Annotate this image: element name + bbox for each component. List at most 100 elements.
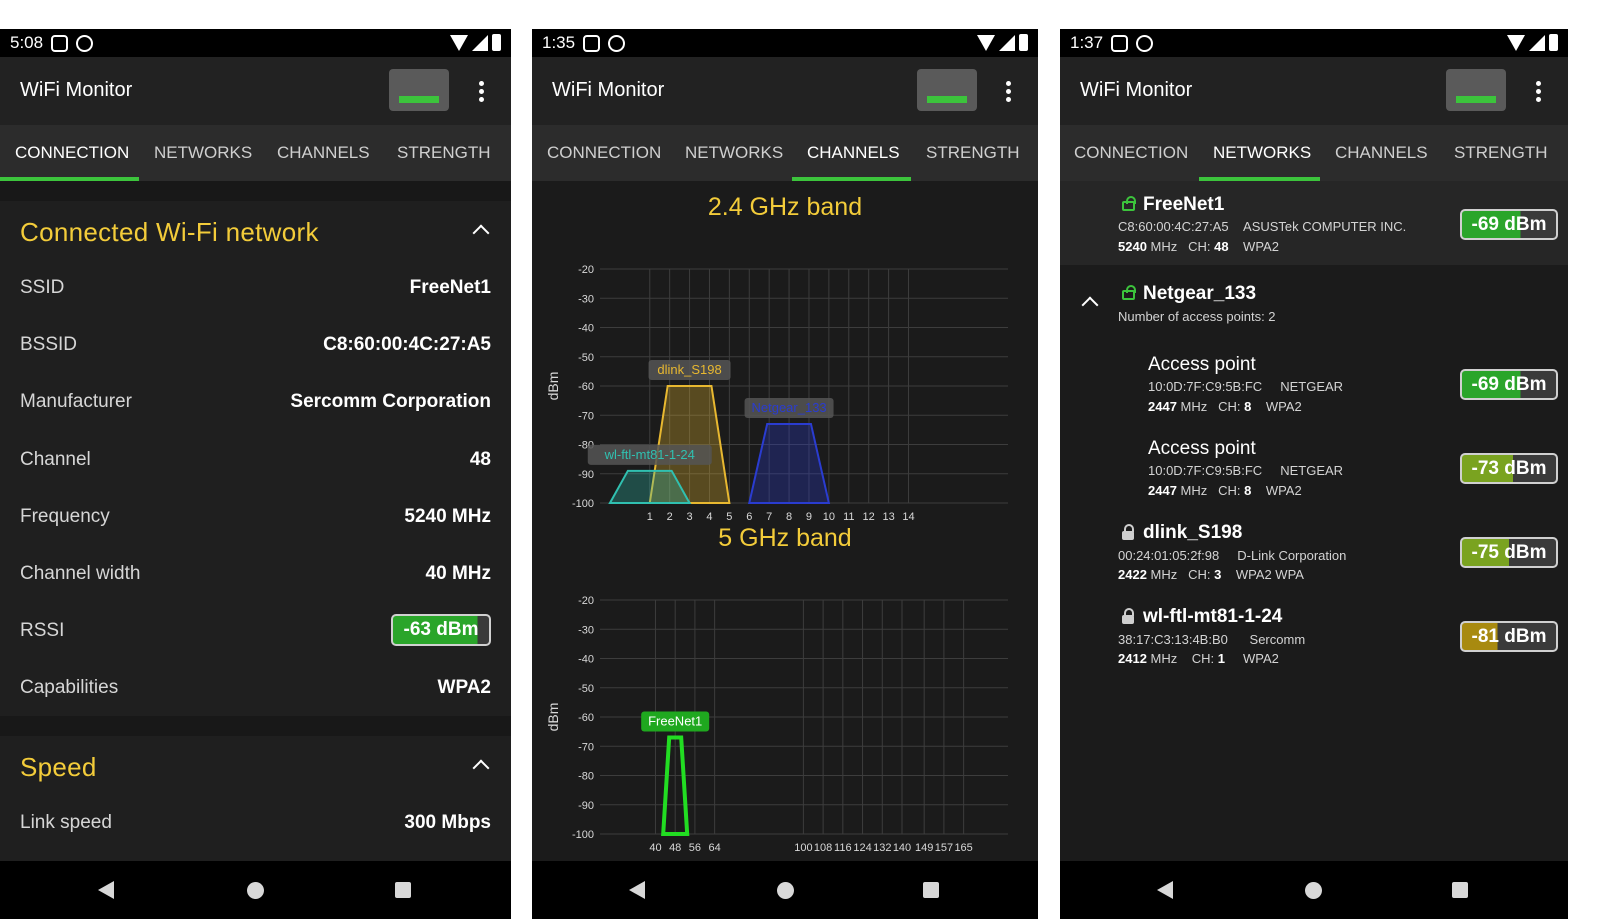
signal-meter-button[interactable] (1446, 69, 1506, 111)
y-tick-label: -60 (578, 712, 594, 724)
more-options-icon[interactable] (479, 81, 485, 105)
tab-channels[interactable]: CHANNELS (277, 143, 370, 163)
vendor-text: NETGEAR (1280, 379, 1344, 394)
band-24-chart: -20-30-40-50-60-70-80-90-1001 2 3 4 5 6 7 8 9 10 1… (545, 264, 1008, 523)
tab-bar: CONNECTION NETWORKS CHANNELS STRENGTH (1060, 125, 1568, 181)
back-icon[interactable] (98, 881, 114, 899)
freq-unit: MHz (1150, 567, 1178, 582)
recent-apps-icon[interactable] (395, 882, 411, 898)
network-freq-channel: 5240 MHz CH: 48 WPA2 (1118, 239, 1279, 254)
network-item[interactable]: FreeNet1 C8:60:00:4C:27:A5 ASUSTek COMPU… (1060, 181, 1568, 265)
tab-strength[interactable]: STRENGTH (397, 143, 491, 163)
do-not-disturb-icon (608, 34, 626, 52)
row-label: BSSID (20, 334, 78, 355)
collapse-chevron-icon[interactable] (1081, 296, 1099, 314)
network-freq-channel: 2447 MHz CH: 8 WPA2 (1148, 483, 1302, 498)
ch-label: CH: (1218, 483, 1241, 498)
y-axis-label: dBm (545, 372, 561, 401)
info-row-capabilities: Capabilities WPA2 (20, 677, 491, 707)
series-label: Netgear_133 (751, 400, 826, 415)
x-tick-label: 124 (853, 842, 871, 854)
x-tick-label: 1 (647, 511, 653, 523)
more-options-icon[interactable] (1536, 81, 1542, 105)
signal-meter-bar-icon (927, 96, 967, 103)
tab-strength[interactable]: STRENGTH (926, 143, 1020, 163)
navigation-bar (532, 861, 1038, 919)
phone-screen-networks: 1:37 WiFi Monitor CONNECTION NETWORKS CH… (1060, 29, 1568, 919)
freq-unit: MHz (1180, 483, 1208, 498)
y-tick-label: -70 (578, 410, 594, 422)
x-tick-label: 5 (726, 511, 732, 523)
info-row-link-speed: Link speed 300 Mbps (20, 812, 491, 842)
access-point-title: Access point (1148, 354, 1256, 375)
network-item[interactable]: dlink_S198 00:24:01:05:2f:98 D-Link Corp… (1060, 517, 1568, 599)
home-icon[interactable] (247, 882, 264, 899)
ch-text: 3 (1214, 567, 1222, 582)
more-options-icon[interactable] (1006, 81, 1012, 105)
row-label: Manufacturer (20, 391, 132, 412)
ch-label: CH: (1218, 399, 1241, 414)
tab-networks[interactable]: NETWORKS (1213, 143, 1311, 163)
row-value: C8:60:00:4C:27:A5 (323, 334, 491, 355)
home-icon[interactable] (777, 882, 794, 899)
x-tick-label: 6 (746, 511, 752, 523)
section-title: Connected Wi-Fi network (20, 217, 319, 247)
app-notification-icon (583, 34, 601, 52)
recent-apps-icon[interactable] (923, 882, 939, 898)
home-icon[interactable] (1305, 882, 1322, 899)
signal-meter-button[interactable] (917, 69, 977, 111)
security-text: WPA2 (1265, 399, 1302, 414)
security-text: WPA2 (1265, 483, 1302, 498)
row-label: Channel (20, 449, 91, 470)
tab-connection[interactable]: CONNECTION (1074, 143, 1188, 163)
app-title: WiFi Monitor (1080, 79, 1193, 101)
info-row-frequency: Frequency 5240 MHz (20, 506, 491, 536)
battery-icon (1549, 34, 1558, 51)
tab-bar: CONNECTION NETWORKS CHANNELS STRENGTH (532, 125, 1038, 181)
wifi-signal-icon (450, 35, 468, 51)
x-tick-label: 9 (806, 511, 812, 523)
collapse-chevron-icon[interactable] (472, 759, 490, 777)
network-freq-channel: 2412 MHz CH: 1 WPA2 (1118, 651, 1279, 666)
freq-text: 2412 (1118, 651, 1147, 666)
vendor-text: Sercomm (1249, 632, 1306, 647)
network-bssid-vendor: 38:17:C3:13:4B:B0 Sercomm (1118, 632, 1305, 647)
ch-text: 8 (1244, 399, 1252, 414)
collapse-chevron-icon[interactable] (472, 224, 490, 242)
tab-networks[interactable]: NETWORKS (154, 143, 252, 163)
ch-label: CH: (1188, 567, 1211, 582)
network-bssid-vendor: 10:0D:7F:C9:5B:FC NETGEAR (1148, 379, 1343, 394)
phone-screen-channels: 1:35 WiFi Monitor CONNECTION NETWORKS CH… (532, 29, 1038, 919)
access-point-item[interactable]: Access point 10:0D:7F:C9:5B:FC NETGEAR 2… (1060, 433, 1568, 515)
divider (0, 181, 511, 201)
signal-trapezoid-FreeNet1 (661, 735, 690, 836)
row-label: SSID (20, 277, 65, 298)
tab-networks[interactable]: NETWORKS (685, 143, 783, 163)
recent-apps-icon[interactable] (1452, 882, 1468, 898)
tab-connection[interactable]: CONNECTION (15, 143, 129, 163)
bssid-text: 00:24:01:05:2f:98 (1118, 548, 1220, 563)
tab-connection[interactable]: CONNECTION (547, 143, 661, 163)
back-icon[interactable] (629, 881, 645, 899)
x-tick-label: 48 (669, 842, 681, 854)
tab-channels[interactable]: CHANNELS (1335, 143, 1428, 163)
x-tick-label: 3 (686, 511, 692, 523)
signal-meter-button[interactable] (389, 69, 449, 111)
x-tick-label: 40 (649, 842, 661, 854)
vendor-text: ASUSTek COMPUTER INC. (1243, 219, 1407, 234)
row-label: Channel width (20, 563, 141, 584)
tab-strength[interactable]: STRENGTH (1454, 143, 1548, 163)
network-group[interactable]: Netgear_133 Number of access points: 2 (1060, 265, 1568, 341)
x-tick-label: 7 (766, 511, 772, 523)
network-item[interactable]: wl-ftl-mt81-1-24 38:17:C3:13:4B:B0 Serco… (1060, 601, 1568, 683)
back-icon[interactable] (1157, 881, 1173, 899)
tab-channels[interactable]: CHANNELS (807, 143, 900, 163)
y-tick-label: -40 (578, 323, 594, 335)
access-point-item[interactable]: Access point 10:0D:7F:C9:5B:FC NETGEAR 2… (1060, 349, 1568, 431)
x-tick-label: 64 (709, 842, 721, 854)
network-bssid-vendor: 00:24:01:05:2f:98 D-Link Corporation (1118, 548, 1346, 563)
app-notification-icon (1111, 34, 1129, 52)
network-ssid: Netgear_133 (1143, 283, 1257, 304)
row-value: WPA2 (437, 677, 491, 698)
y-tick-label: -50 (578, 352, 594, 364)
